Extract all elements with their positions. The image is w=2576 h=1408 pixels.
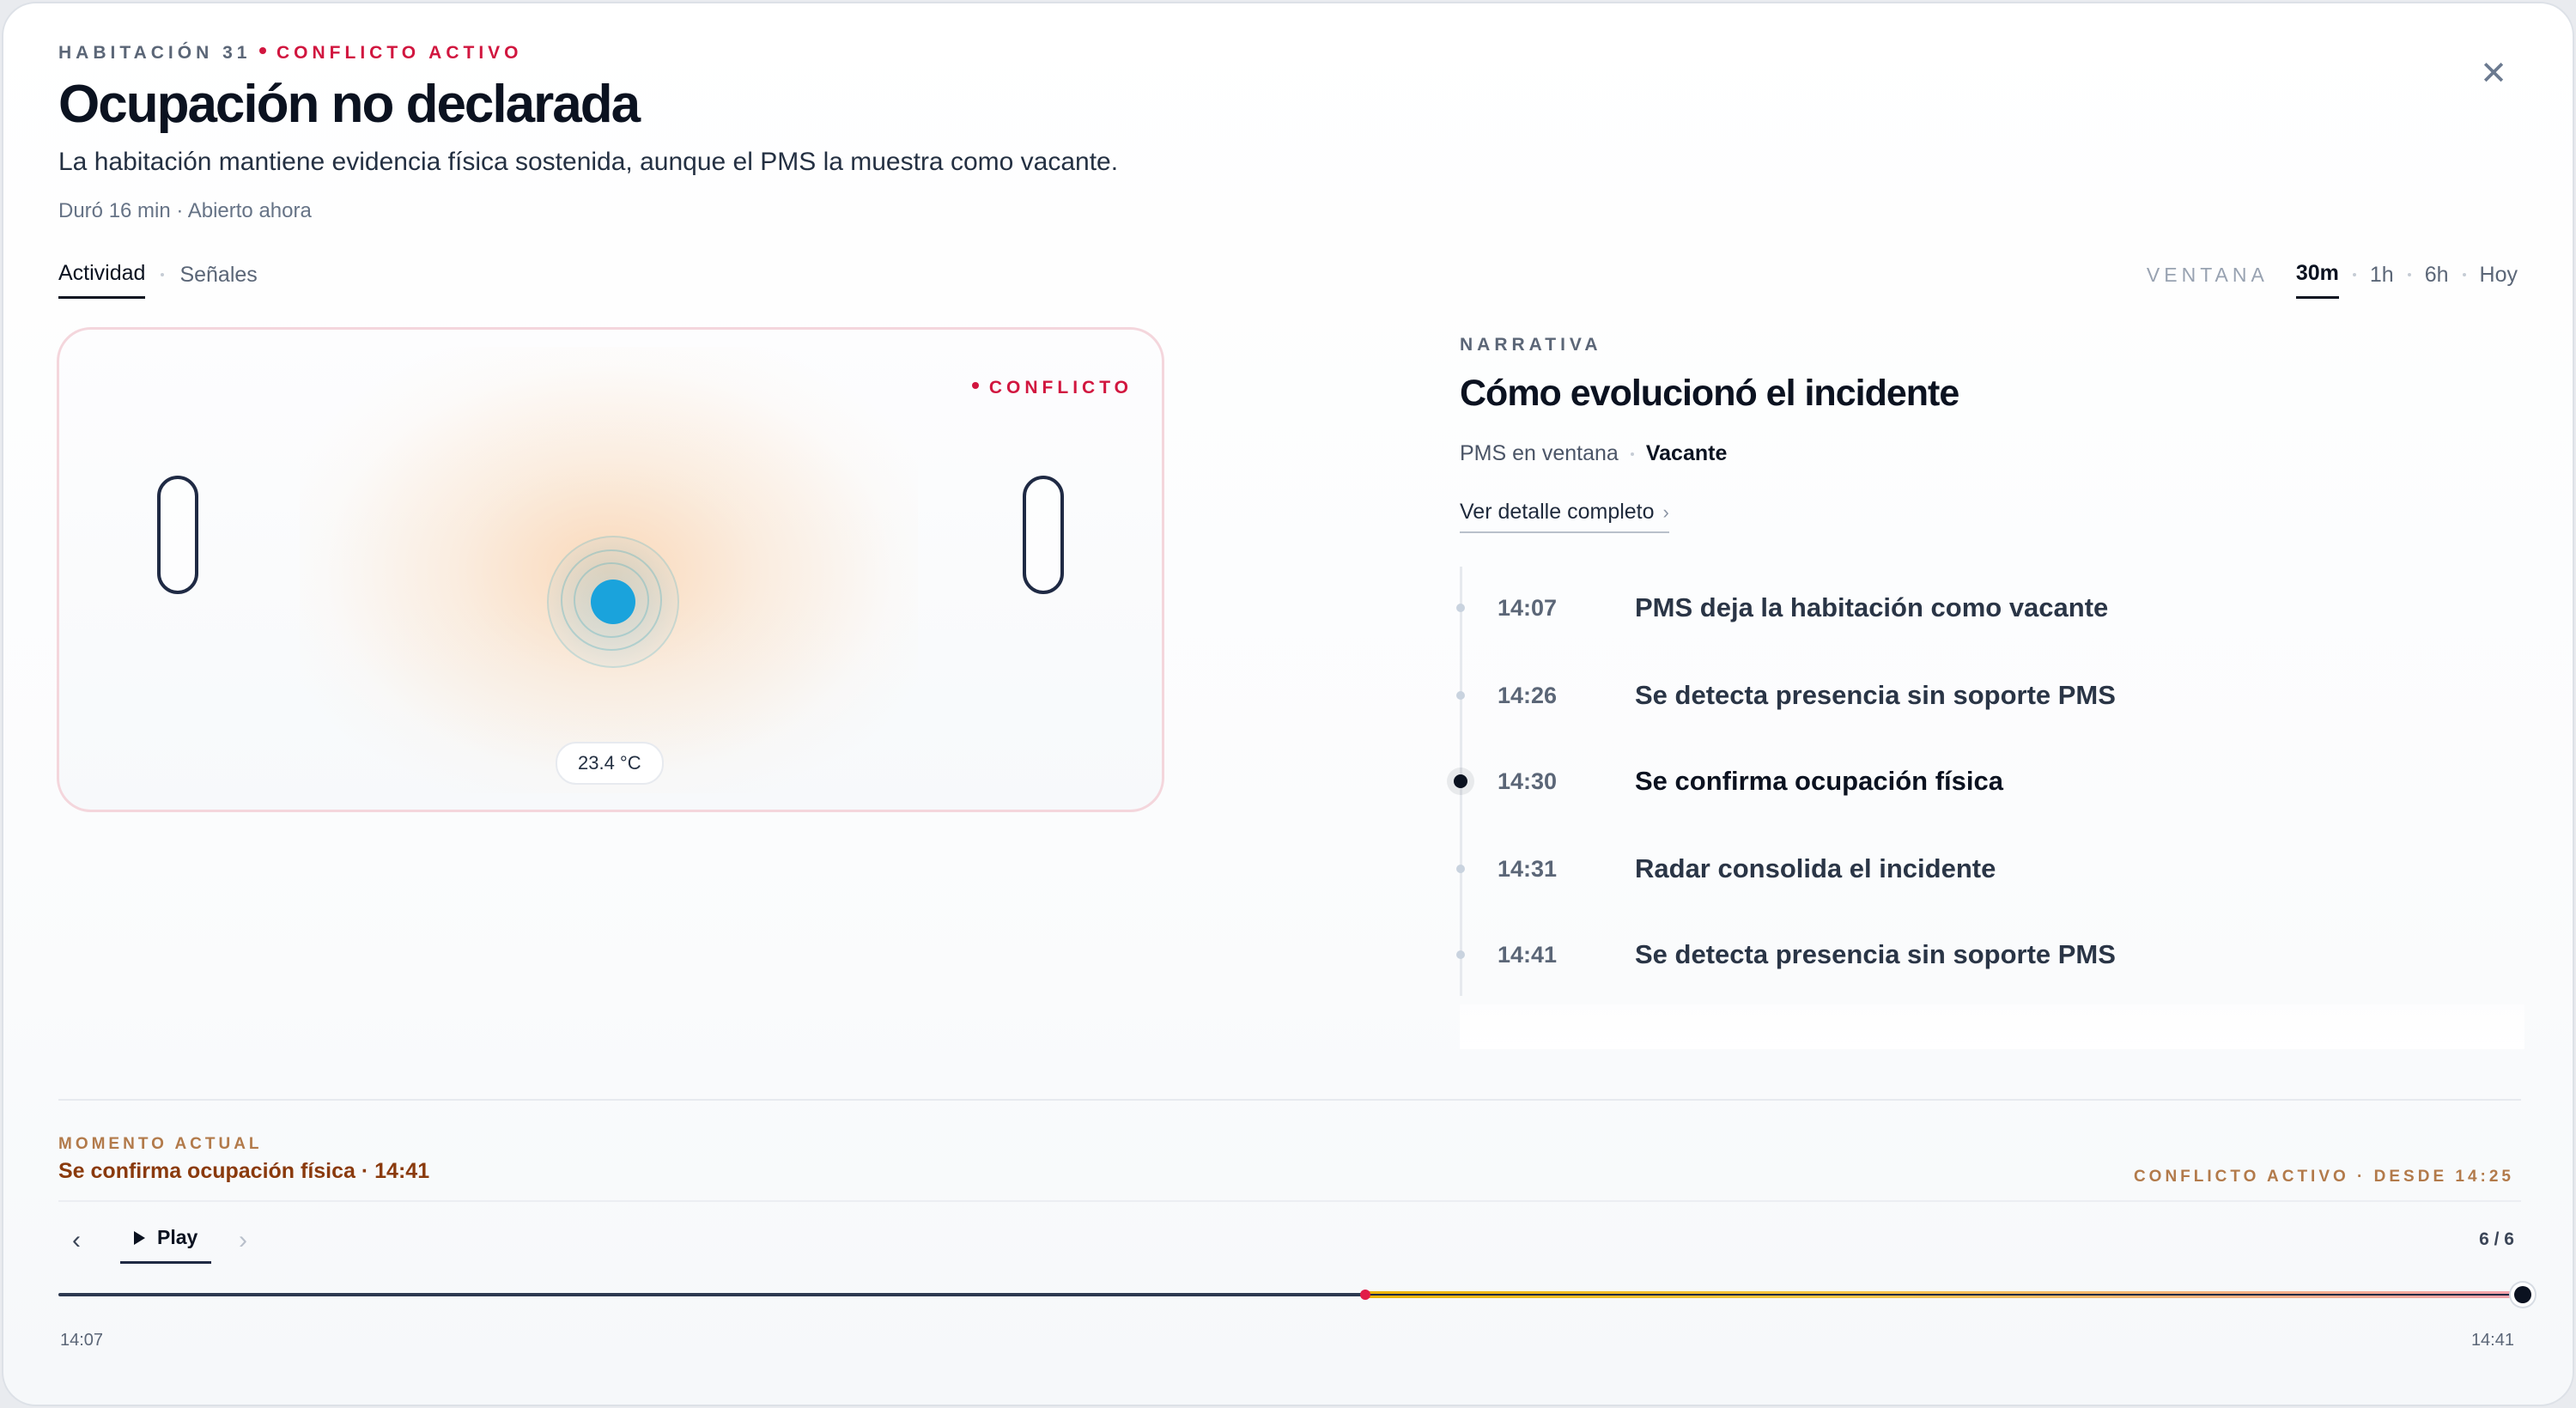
timeline-dot bbox=[1456, 604, 1465, 612]
conflict-dot-icon bbox=[259, 47, 266, 55]
conflict-start-marker bbox=[1360, 1290, 1371, 1300]
conflict-range bbox=[1365, 1291, 2524, 1298]
timeline-event[interactable]: 14:26 Se detecta presencia sin soporte P… bbox=[1456, 680, 2490, 711]
timeline-fade bbox=[1460, 1004, 2524, 1049]
timeline-event[interactable]: 14:31 Radar consolida el incidente bbox=[1456, 853, 2490, 884]
event-text: Radar consolida el incidente bbox=[1635, 853, 1996, 883]
window-option-1h[interactable]: 1h bbox=[2370, 263, 2394, 298]
temperature-badge: 23.4 °C bbox=[556, 742, 664, 785]
scrubber-thumb[interactable] bbox=[2514, 1286, 2531, 1303]
event-time: 14:30 bbox=[1498, 768, 1558, 794]
play-button[interactable]: Play bbox=[120, 1219, 212, 1264]
moment-eyebrow: MOMENTO ACTUAL bbox=[58, 1135, 263, 1153]
event-text: Se detecta presencia sin soporte PMS bbox=[1635, 680, 2116, 710]
presence-dot bbox=[591, 580, 635, 624]
conflict-status: CONFLICTO ACTIVO bbox=[259, 43, 523, 64]
pms-value: Vacante bbox=[1645, 441, 1728, 465]
view-detail-link[interactable]: Ver detalle completo › bbox=[1460, 500, 1669, 533]
step-counter: 6 / 6 bbox=[2479, 1229, 2514, 1249]
window-option-6h[interactable]: 6h bbox=[2425, 263, 2449, 298]
time-window-selector: VENTANA 30m 1h 6h Hoy bbox=[2147, 261, 2518, 299]
conflict-badge: CONFLICTO bbox=[971, 378, 1133, 398]
conflict-dot-icon bbox=[971, 382, 979, 390]
close-icon[interactable]: ✕ bbox=[2476, 57, 2511, 91]
window-label: VENTANA bbox=[2146, 263, 2269, 286]
door-left-icon bbox=[157, 476, 198, 594]
moment-text: Se confirma ocupación física · 14:41 bbox=[58, 1159, 430, 1183]
timeline-start-time: 14:07 bbox=[60, 1331, 104, 1350]
page-title: Ocupación no declarada bbox=[58, 75, 641, 134]
window-separator bbox=[2462, 273, 2466, 276]
room-visualization: CONFLICTO 23.4 °C bbox=[57, 327, 1164, 812]
incident-meta: Duró 16 min · Abierto ahora bbox=[58, 199, 312, 222]
event-text: Se detecta presencia sin soporte PMS bbox=[1635, 939, 2116, 969]
timeline-dot-active bbox=[1454, 774, 1467, 788]
chevron-left-icon[interactable]: ‹ bbox=[72, 1226, 81, 1255]
divider bbox=[58, 1099, 2521, 1101]
event-time: 14:31 bbox=[1498, 855, 1558, 882]
timeline-dot bbox=[1456, 950, 1465, 959]
timeline-event-active[interactable]: 14:30 Se confirma ocupación física bbox=[1454, 766, 2490, 797]
divider bbox=[58, 1200, 2521, 1202]
door-right-icon bbox=[1023, 476, 1064, 594]
event-time: 14:41 bbox=[1498, 941, 1558, 968]
narrative-eyebrow: NARRATIVA bbox=[1460, 335, 1602, 355]
timeline-dot bbox=[1456, 691, 1465, 700]
window-separator bbox=[2352, 273, 2356, 276]
view-detail-label: Ver detalle completo bbox=[1460, 500, 1655, 524]
page-subtitle: La habitación mantiene evidencia física … bbox=[58, 148, 1119, 176]
room-label: HABITACIÓN 31 bbox=[58, 43, 252, 63]
pms-status: PMS en ventana Vacante bbox=[1460, 441, 1727, 466]
window-option-30m[interactable]: 30m bbox=[2295, 261, 2339, 299]
event-timeline: 14:07 PMS deja la habitación como vacant… bbox=[1454, 567, 2524, 1049]
timeline-end-time: 14:41 bbox=[2470, 1331, 2514, 1350]
tab-separator bbox=[161, 273, 165, 276]
pms-separator bbox=[1630, 452, 1634, 456]
narrative-title: Cómo evolucionó el incidente bbox=[1460, 373, 1959, 414]
window-option-hoy[interactable]: Hoy bbox=[2480, 263, 2518, 298]
event-time: 14:07 bbox=[1498, 594, 1558, 621]
tab-senales[interactable]: Señales bbox=[179, 263, 257, 298]
timeline-event[interactable]: 14:07 PMS deja la habitación como vacant… bbox=[1456, 592, 2490, 623]
conflict-status-text: CONFLICTO ACTIVO bbox=[276, 43, 523, 63]
event-text: PMS deja la habitación como vacante bbox=[1635, 592, 2109, 622]
play-label: Play bbox=[157, 1226, 198, 1248]
window-separator bbox=[2407, 273, 2411, 276]
view-tabs: Actividad Señales bbox=[58, 261, 258, 299]
pms-label: PMS en ventana bbox=[1460, 441, 1619, 465]
conflict-badge-text: CONFLICTO bbox=[988, 378, 1133, 398]
presence-marker-icon[interactable] bbox=[549, 537, 677, 666]
tab-actividad[interactable]: Actividad bbox=[58, 261, 146, 299]
event-text: Se confirma ocupación física bbox=[1635, 766, 2003, 796]
play-icon bbox=[134, 1231, 145, 1245]
playback-scrubber[interactable] bbox=[58, 1286, 2531, 1303]
timeline-event[interactable]: 14:41 Se detecta presencia sin soporte P… bbox=[1456, 939, 2490, 970]
conflict-since: CONFLICTO ACTIVO · DESDE 14:25 bbox=[2133, 1168, 2514, 1186]
event-time: 14:26 bbox=[1498, 682, 1558, 708]
chevron-right-icon: › bbox=[1662, 501, 1669, 523]
chevron-right-icon[interactable]: › bbox=[239, 1226, 247, 1255]
incident-panel: ✕ HABITACIÓN 31 CONFLICTO ACTIVO Ocupaci… bbox=[2, 2, 2574, 1406]
timeline-dot bbox=[1456, 865, 1465, 873]
